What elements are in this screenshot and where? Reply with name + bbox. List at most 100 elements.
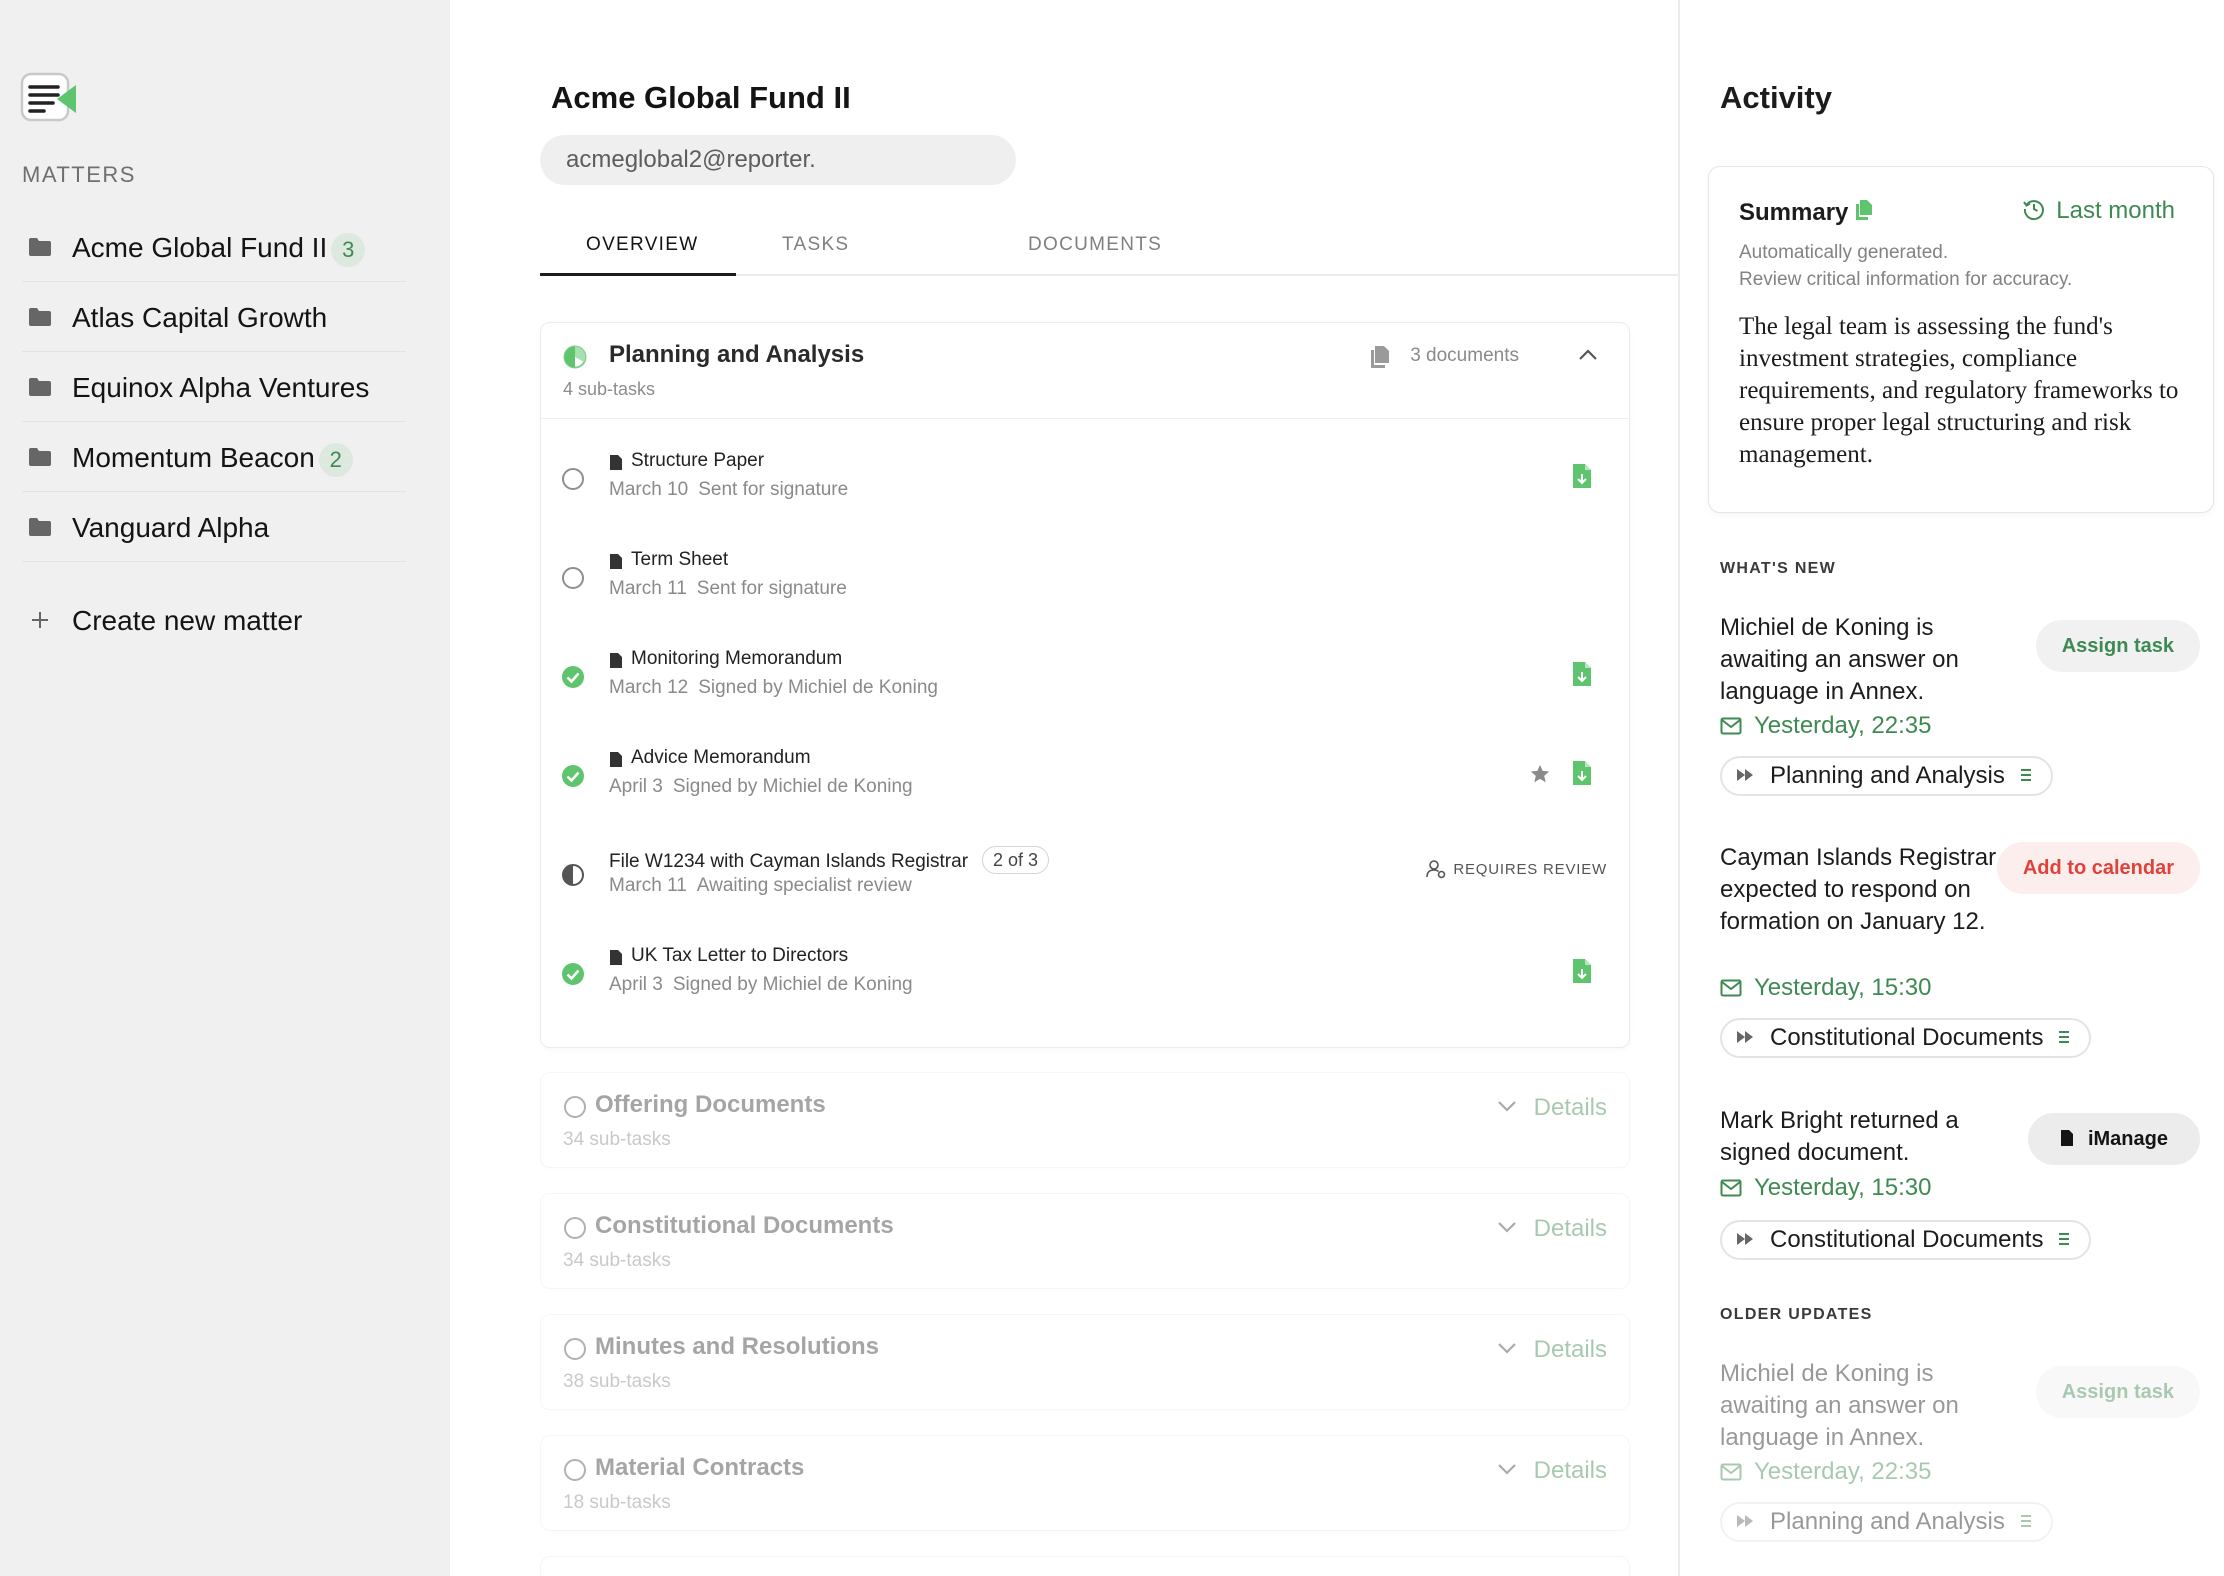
matter-item-equinox-alpha-ventures[interactable]: Equinox Alpha Ventures <box>22 352 406 422</box>
assign-task-button[interactable]: Assign task <box>2035 620 2200 672</box>
phase-title: Constitutional Documents <box>595 1212 894 1239</box>
create-new-matter-button[interactable]: Create new matter <box>22 600 402 644</box>
task-row[interactable]: Monitoring Memorandum March 12 Signed by … <box>541 617 1629 716</box>
folder-icon <box>28 377 52 397</box>
task-date: March 11 <box>609 578 687 599</box>
star-icon[interactable] <box>1529 763 1551 785</box>
task-name: UK Tax Letter to Directors <box>631 945 849 966</box>
matter-item-acme-global-fund-ii[interactable]: Acme Global Fund II 3 <box>22 212 406 282</box>
user-review-icon <box>1426 860 1446 879</box>
task-date: March 11 <box>609 875 687 896</box>
phase-card-material-contracts[interactable]: Material Contracts 18 sub-tasks Details <box>540 1435 1630 1531</box>
menu-lines-icon <box>2059 1031 2070 1043</box>
whats-new-heading: WHAT'S NEW <box>1720 560 1837 577</box>
phase-chip[interactable]: Planning and Analysis <box>1720 756 2053 796</box>
add-to-calendar-button[interactable]: Add to calendar <box>1996 842 2200 894</box>
half-progress-icon <box>563 345 587 369</box>
tab-overview[interactable]: OVERVIEW <box>586 234 698 256</box>
file-icon <box>2060 1130 2073 1146</box>
tab-tasks[interactable]: TASKS <box>782 234 849 256</box>
summary-period-button[interactable]: Last month <box>2022 197 2175 225</box>
empty-circle-icon[interactable] <box>561 566 585 590</box>
file-icon <box>609 454 623 471</box>
details-button[interactable]: Details <box>1496 1094 1607 1122</box>
task-status-text: Sent for signature <box>696 578 847 599</box>
task-name: Structure Paper <box>631 450 765 471</box>
phase-title: Material Contracts <box>595 1454 805 1481</box>
matters-heading: MATTERS <box>22 162 136 187</box>
empty-circle-icon <box>563 1095 587 1119</box>
activity-item-time: Yesterday, 22:35 <box>1720 712 1931 740</box>
task-row[interactable]: Advice Memorandum April 3 Signed by Michi… <box>541 716 1629 815</box>
matters-list: Acme Global Fund II 3 Atlas Capital Growt… <box>22 212 406 562</box>
activity-item: Mark Bright returned a signed document. … <box>1720 1105 2200 1265</box>
chevron-up-icon[interactable] <box>1577 347 1599 363</box>
assign-task-button[interactable]: Assign task <box>2035 1366 2200 1418</box>
summary-note: Review critical information for accuracy… <box>1739 269 2073 290</box>
check-circle-icon[interactable] <box>561 665 585 689</box>
phase-card-constitutional-documents[interactable]: Constitutional Documents 34 sub-tasks De… <box>540 1193 1630 1289</box>
file-icon <box>609 949 623 966</box>
task-status-text: Sent for signature <box>698 479 849 500</box>
phase-card-offering-documents[interactable]: Offering Documents 34 sub-tasks Details <box>540 1072 1630 1168</box>
activity-item-older: Michiel de Koning is awaiting an answer … <box>1720 1358 2200 1548</box>
empty-circle-icon <box>563 1337 587 1361</box>
phase-chip[interactable]: Planning and Analysis <box>1720 1502 2053 1542</box>
task-row[interactable]: Structure Paper March 10 Sent for signatu… <box>541 419 1629 518</box>
activity-item-text: Cayman Islands Registrar expected to res… <box>1720 844 1997 935</box>
details-button[interactable]: Details <box>1496 1457 1607 1485</box>
phase-title: Minutes and Resolutions <box>595 1333 880 1360</box>
task-row[interactable]: UK Tax Letter to Directors April 3 Signed… <box>541 914 1629 1013</box>
imanage-button[interactable]: iManage <box>2027 1113 2200 1165</box>
main-content: Acme Global Fund II acmeglobal2@reporter… <box>450 0 1678 1576</box>
tab-documents[interactable]: DOCUMENTS <box>1028 234 1162 256</box>
phase-document-count[interactable]: 3 documents <box>1410 345 1519 367</box>
task-row[interactable]: File W1234 with Cayman Islands Registrar… <box>541 815 1629 914</box>
matter-item-momentum-beacon[interactable]: Momentum Beacon 2 <box>22 422 406 492</box>
phase-title: Planning and Analysis <box>609 341 865 368</box>
fast-forward-icon <box>1737 1233 1753 1245</box>
phase-chip[interactable]: Constitutional Documents <box>1720 1220 2092 1260</box>
phase-chip[interactable]: Constitutional Documents <box>1720 1018 2092 1058</box>
task-row[interactable]: Term Sheet March 11 Sent for signature <box>541 518 1629 617</box>
history-clock-icon <box>2023 200 2045 221</box>
green-document-icon[interactable] <box>1571 760 1593 786</box>
phase-title: Offering Documents <box>595 1091 826 1118</box>
details-button[interactable]: Details <box>1496 1215 1607 1243</box>
requires-review-button[interactable]: REQUIRES REVIEW <box>1425 859 1607 879</box>
phase-chip-label: Constitutional Documents <box>1770 1226 2044 1253</box>
plus-icon <box>28 608 52 632</box>
task-status-text: Awaiting specialist review <box>696 875 912 896</box>
details-label: Details <box>1533 1457 1607 1484</box>
activity-item-time-text: Yesterday, 22:35 <box>1754 712 1932 739</box>
phase-card-planning-and-analysis: Planning and Analysis 4 sub-tasks 3 docu… <box>540 322 1630 1048</box>
check-circle-icon[interactable] <box>561 962 585 986</box>
phase-card-minutes-and-resolutions[interactable]: Minutes and Resolutions 38 sub-tasks Det… <box>540 1314 1630 1410</box>
green-document-icon[interactable] <box>1571 463 1593 489</box>
logo-icon[interactable] <box>20 72 80 122</box>
half-progress-icon[interactable] <box>561 863 585 887</box>
activity-item-time-text: Yesterday, 15:30 <box>1754 1174 1932 1201</box>
mail-icon <box>1720 1463 1742 1481</box>
green-document-icon[interactable] <box>1571 958 1593 984</box>
details-label: Details <box>1533 1215 1607 1242</box>
sidebar: MATTERS Acme Global Fund II 3 Atlas Capit… <box>0 0 450 1576</box>
file-icon <box>609 652 623 669</box>
green-document-icon[interactable] <box>1571 661 1593 687</box>
phase-header[interactable]: Planning and Analysis 4 sub-tasks 3 docu… <box>541 323 1629 419</box>
matter-item-vanguard-alpha[interactable]: Vanguard Alpha <box>22 492 406 562</box>
summary-text: The legal team is assessing the fund's i… <box>1739 313 2179 468</box>
empty-circle-icon[interactable] <box>561 467 585 491</box>
active-tab-indicator <box>540 273 736 276</box>
details-button[interactable]: Details <box>1496 1336 1607 1364</box>
check-circle-icon[interactable] <box>561 764 585 788</box>
task-date: April 3 <box>609 974 663 995</box>
matter-email-field[interactable]: acmeglobal2@reporter. <box>540 135 1016 185</box>
matter-item-atlas-capital-growth[interactable]: Atlas Capital Growth <box>22 282 406 352</box>
task-step-badge: 2 of 3 <box>982 846 1050 874</box>
mail-icon <box>1720 1179 1742 1197</box>
phase-chip-label: Planning and Analysis <box>1770 762 2005 789</box>
summary-note: Automatically generated. <box>1739 242 1949 263</box>
phase-chip-label: Planning and Analysis <box>1770 1508 2005 1535</box>
activity-title: Activity <box>1720 80 1832 115</box>
